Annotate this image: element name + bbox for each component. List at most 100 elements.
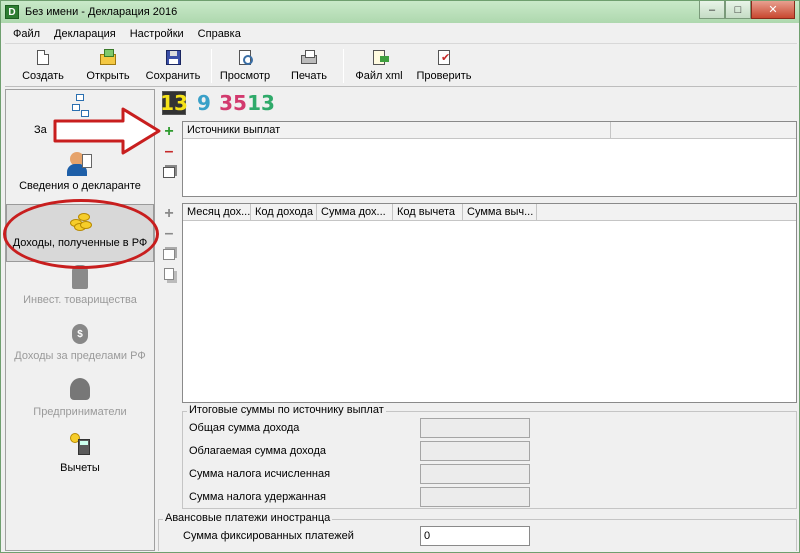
calculator-icon <box>64 430 96 460</box>
advance-title: Авансовые платежи иностранца <box>163 512 333 524</box>
nav-item-invest[interactable]: Инвест. товарищества <box>6 262 154 320</box>
xml-file-button[interactable]: Файл xml <box>351 47 407 85</box>
rate-35-tab[interactable]: 35 <box>218 91 248 115</box>
edit-icon <box>163 248 175 260</box>
nav-label-declarant: Сведения о декларанте <box>19 180 141 192</box>
open-label: Открыть <box>86 70 130 82</box>
tax-calculated-label: Сумма налога исчисленная <box>189 468 331 480</box>
remove-income-button[interactable]: – <box>160 225 178 243</box>
rate-13-alt-tab[interactable]: 13 <box>247 91 275 115</box>
col-deduction-sum[interactable]: Сумма выч... <box>463 204 537 221</box>
copy-income-button[interactable] <box>160 265 178 283</box>
tax-calculated-row: Сумма налога исчисленная <box>183 464 796 484</box>
tax-withheld-field <box>420 487 530 507</box>
col-income-sum[interactable]: Сумма дох... <box>317 204 393 221</box>
fixed-payments-row: Сумма фиксированных платежей 0 <box>159 526 796 546</box>
nav-label-deductions: Вычеты <box>60 462 100 474</box>
nav-item-entrepreneurs[interactable]: Предприниматели <box>6 374 154 432</box>
fixed-payments-input[interactable]: 0 <box>420 526 530 546</box>
income-tools: + – <box>160 205 182 285</box>
entrepreneur-icon <box>64 374 96 404</box>
col-income-month[interactable]: Месяц дох... <box>183 204 251 221</box>
col-deduction-code[interactable]: Код вычета <box>393 204 463 221</box>
section-nav: За Сведения о декларанте Доходы, получен… <box>5 89 155 551</box>
save-label: Сохранить <box>145 70 201 82</box>
sources-tools: + – <box>160 123 182 183</box>
toolbar: Создать Открыть Сохранить Просмотр Печат… <box>5 45 797 87</box>
total-income-field <box>420 418 530 438</box>
totals-title: Итоговые суммы по источнику выплат <box>187 404 386 416</box>
main-panel: 13 9 35 13 + – Источники выплат + – Меся… <box>158 89 797 551</box>
nav-label-entrepreneurs: Предприниматели <box>33 406 127 418</box>
xml-export-icon <box>370 49 389 67</box>
toolbar-separator <box>343 49 344 83</box>
col-sources[interactable]: Источники выплат <box>183 122 611 139</box>
toolbar-separator <box>211 49 212 83</box>
total-income-label: Общая сумма дохода <box>189 422 300 434</box>
close-button[interactable]: ✕ <box>751 1 795 19</box>
rate-13-tab[interactable]: 13 <box>160 91 188 115</box>
tax-calculated-field <box>420 464 530 484</box>
taxable-income-field <box>420 441 530 461</box>
preview-button[interactable]: Просмотр <box>215 47 275 85</box>
tax-withheld-row: Сумма налога удержанная <box>183 487 796 507</box>
open-folder-icon <box>99 49 117 67</box>
annotation-ellipse <box>3 199 159 269</box>
menu-declaration[interactable]: Декларация <box>46 28 122 40</box>
check-document-icon <box>435 49 453 67</box>
minimize-button[interactable]: – <box>699 1 725 19</box>
nav-item-declarant[interactable]: Сведения о декларанте <box>6 148 154 206</box>
nav-label-invest: Инвест. товарищества <box>23 294 137 306</box>
advance-group: Авансовые платежи иностранца Сумма фикси… <box>158 512 797 551</box>
create-label: Создать <box>22 70 64 82</box>
nav-item-income-abroad[interactable]: $ Доходы за пределами РФ <box>6 318 154 376</box>
new-document-icon <box>34 49 52 67</box>
print-button[interactable]: Печать <box>285 47 333 85</box>
menu-bar: Файл Декларация Настройки Справка <box>5 25 797 44</box>
fixed-payments-label: Сумма фиксированных платежей <box>183 530 354 542</box>
menu-help[interactable]: Справка <box>190 28 247 40</box>
add-income-button[interactable]: + <box>160 205 178 223</box>
tax-rate-bar: 13 9 35 13 <box>158 89 797 117</box>
edit-icon <box>163 166 175 178</box>
open-button[interactable]: Открыть <box>81 47 135 85</box>
xml-file-label: Файл xml <box>355 70 403 82</box>
preview-label: Просмотр <box>219 70 271 82</box>
floppy-disk-icon <box>164 49 182 67</box>
totals-group: Итоговые суммы по источнику выплат Общая… <box>182 404 797 509</box>
income-table[interactable]: Месяц дох... Код дохода Сумма дох... Код… <box>182 203 797 403</box>
app-icon: D <box>5 5 19 19</box>
printer-icon <box>300 49 318 67</box>
preview-icon <box>236 49 254 67</box>
tax-withheld-label: Сумма налога удержанная <box>189 491 326 503</box>
window-controls: – □ ✕ <box>699 1 795 19</box>
window-title: Без имени - Декларация 2016 <box>25 6 178 18</box>
create-button[interactable]: Создать <box>17 47 69 85</box>
annotation-arrow <box>53 107 161 155</box>
edit-income-button[interactable] <box>160 245 178 263</box>
print-label: Печать <box>290 70 328 82</box>
check-label: Проверить <box>416 70 472 82</box>
col-income-code[interactable]: Код дохода <box>251 204 317 221</box>
income-table-header: Месяц дох... Код дохода Сумма дох... Код… <box>183 204 796 221</box>
copy-icon <box>164 268 174 280</box>
menu-settings[interactable]: Настройки <box>122 28 190 40</box>
menu-file[interactable]: Файл <box>5 28 46 40</box>
nav-item-deductions[interactable]: Вычеты <box>6 430 154 488</box>
save-button[interactable]: Сохранить <box>141 47 205 85</box>
rate-9-tab[interactable]: 9 <box>194 91 214 115</box>
maximize-button[interactable]: □ <box>725 1 751 19</box>
check-button[interactable]: Проверить <box>413 47 475 85</box>
app-window: D Без имени - Декларация 2016 – □ ✕ Файл… <box>0 0 800 553</box>
taxable-income-label: Облагаемая сумма дохода <box>189 445 326 457</box>
taxable-income-row: Облагаемая сумма дохода <box>183 441 796 461</box>
nav-label-income-abroad: Доходы за пределами РФ <box>14 350 146 362</box>
total-income-row: Общая сумма дохода <box>183 418 796 438</box>
col-empty <box>611 122 796 139</box>
edit-source-button[interactable] <box>160 163 178 181</box>
sources-table-header: Источники выплат <box>183 122 796 139</box>
nav-label-sources: За <box>34 124 47 136</box>
sources-table[interactable]: Источники выплат <box>182 121 797 197</box>
money-bag-icon: $ <box>64 318 96 348</box>
title-bar: D Без имени - Декларация 2016 – □ ✕ <box>1 1 799 23</box>
